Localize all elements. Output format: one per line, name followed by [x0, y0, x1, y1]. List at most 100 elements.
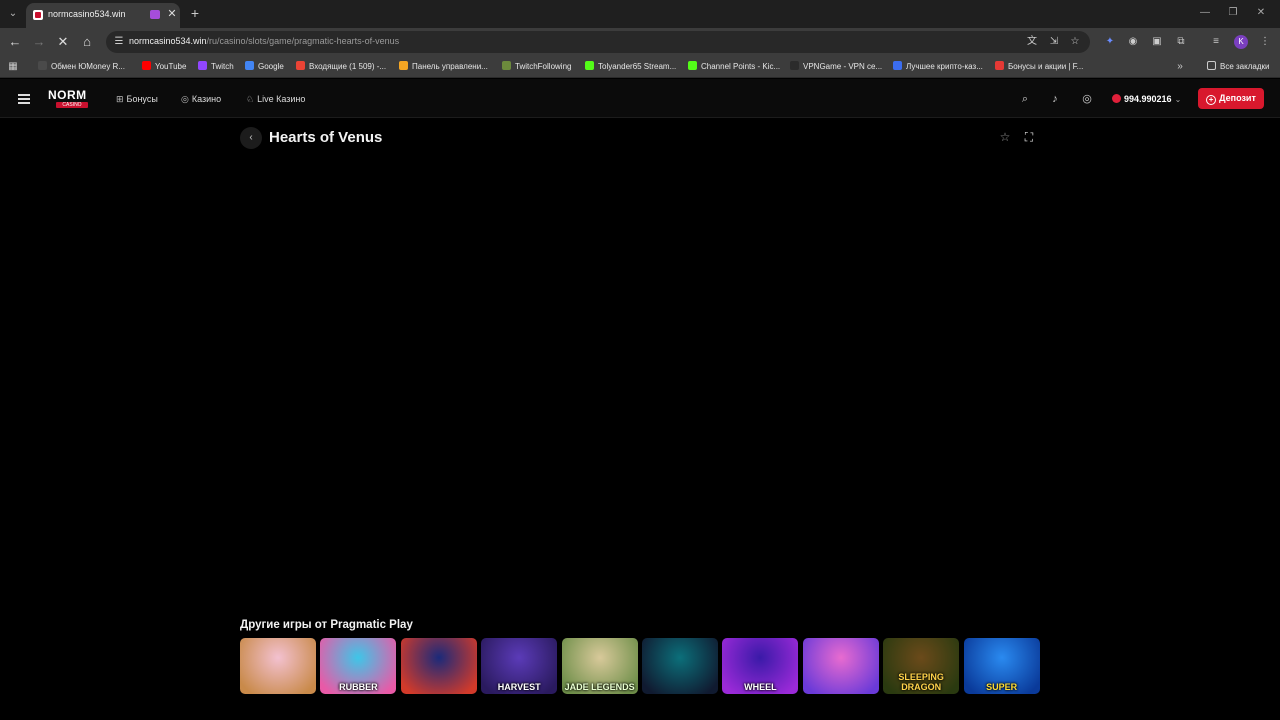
bookmark-item[interactable]: Входящие (1 509) -...	[296, 61, 386, 73]
profile-avatar[interactable]: K	[1234, 35, 1248, 49]
url-host: normcasino534.win	[129, 36, 207, 46]
game-thumbnail[interactable]	[240, 638, 316, 694]
bookmark-favicon-icon	[893, 61, 902, 70]
bookmark-item[interactable]: Панель управлени...	[399, 61, 488, 73]
plus-circle-icon: +	[1206, 95, 1217, 105]
bookmark-item[interactable]: Google	[245, 61, 284, 73]
bookmark-label: Входящие (1 509) -...	[309, 62, 387, 71]
media-controls-icon[interactable]: ≡	[1209, 35, 1223, 49]
bookmark-item[interactable]: Twitch	[198, 61, 234, 73]
site-logo[interactable]: NORM CASINO	[48, 89, 96, 109]
tab-media-indicator-icon[interactable]	[150, 10, 160, 19]
search-icon[interactable]: ⌕	[1018, 92, 1032, 106]
install-app-icon[interactable]: ⇲	[1048, 36, 1060, 48]
url-path: /ru/casino/slots/game/pragmatic-hearts-o…	[206, 36, 400, 46]
address-url[interactable]: normcasino534.win/ru/casino/slots/game/p…	[129, 36, 399, 46]
nav-bonuses[interactable]: ⊞ Бонусы	[116, 93, 158, 105]
bookmark-label: Бонусы и акции | F...	[1008, 62, 1084, 71]
bookmark-star-icon[interactable]: ☆	[1069, 36, 1081, 48]
game-thumbnail-art	[642, 638, 718, 694]
address-bar[interactable]: ☰ normcasino534.win/ru/casino/slots/game…	[106, 31, 1090, 53]
tab-search-chevron-icon[interactable]: ⌄	[6, 7, 20, 21]
game-thumbnail-art	[802, 638, 879, 694]
fullscreen-icon[interactable]: ⛶	[1022, 129, 1036, 145]
menu-burger-icon[interactable]	[18, 94, 30, 104]
all-bookmarks-label: Все закладки	[1220, 62, 1270, 71]
back-arrow-icon[interactable]: ←	[7, 34, 23, 50]
extension-icon[interactable]: ✦	[1103, 35, 1117, 49]
more-games-section: Другие игры от Pragmatic Play RUBBER HARV…	[240, 619, 1040, 699]
back-chevron-icon[interactable]: ‹	[240, 127, 262, 149]
home-icon[interactable]: ⌂	[79, 34, 95, 50]
deposit-label: Депозит	[1219, 93, 1256, 103]
site-header: NORM CASINO ⊞ Бонусы ◎ Казино ♘ Live Казино…	[0, 79, 1280, 118]
game-frame[interactable]	[240, 158, 1040, 610]
bookmark-item[interactable]: TwitchFollowing	[502, 61, 571, 73]
new-tab-plus-icon[interactable]: +	[188, 5, 202, 21]
game-thumbnail[interactable]	[400, 638, 477, 694]
logo-word: NORM	[48, 88, 87, 102]
bookmark-item[interactable]: Бонусы и акции | F...	[995, 61, 1083, 73]
game-thumbnail[interactable]: JADE LEGENDS	[561, 638, 638, 694]
tab-close-icon[interactable]: ✕	[166, 7, 178, 21]
nav-live-casino[interactable]: ♘ Live Казино	[246, 93, 305, 105]
bookmark-label: YouTube	[155, 62, 187, 71]
bookmark-item[interactable]: Обмен ЮMoney R...	[38, 61, 125, 73]
bookmark-favicon-icon	[245, 61, 254, 70]
vpn-extension-icon[interactable]: ◉	[1126, 35, 1140, 49]
all-bookmarks-folder[interactable]: Все закладки	[1207, 61, 1269, 73]
chevron-down-icon: ⌄	[1174, 95, 1182, 104]
balance-value: 994.990216	[1124, 94, 1172, 104]
window-minimize-icon[interactable]: —	[1198, 6, 1212, 20]
browser-menu-icon[interactable]: ⋮	[1258, 35, 1272, 49]
balance-dropdown[interactable]: 994.990216 ⌄	[1112, 92, 1181, 106]
notification-bell-icon[interactable]: ♪	[1048, 92, 1062, 106]
browser-tab-title: normcasino534.win	[48, 9, 126, 19]
nav-bonuses-label: Бонусы	[126, 94, 158, 104]
bookmark-item[interactable]: YouTube	[142, 61, 186, 73]
bookmark-favicon-icon	[790, 61, 799, 70]
game-thumbnail[interactable]: SUPER	[963, 638, 1040, 694]
bookmarks-bar: ▦ Обмен ЮMoney R... YouTube Twitch Google Вх…	[0, 56, 1280, 78]
currency-coin-icon	[1112, 94, 1121, 103]
game-thumbnail-caption: SUPER	[986, 682, 1018, 692]
window-close-icon[interactable]: ✕	[1254, 6, 1268, 20]
game-thumbnail[interactable]	[642, 638, 718, 694]
browser-tab-active[interactable]: normcasino534.win ✕	[26, 3, 180, 28]
stop-loading-icon[interactable]: ✕	[55, 34, 71, 50]
bookmark-item[interactable]: Tolyander65 Stream...	[585, 61, 676, 73]
forward-arrow-icon[interactable]: →	[31, 34, 47, 50]
bookmark-item[interactable]: Лучшее крипто-каз...	[893, 61, 983, 73]
game-thumbnail-art	[400, 638, 477, 694]
bookmark-favicon-icon	[502, 61, 511, 70]
bookmark-item[interactable]: VPNGame - VPN ce...	[790, 61, 882, 73]
bookmark-item[interactable]: Channel Points - Kic...	[688, 61, 780, 73]
user-account-icon[interactable]: ◎	[1080, 92, 1094, 106]
bookmark-label: Обмен ЮMoney R...	[51, 62, 125, 71]
game-thumbnail[interactable]: WHEEL	[722, 638, 799, 694]
game-thumbnail-caption: JADE LEGENDS	[564, 682, 635, 692]
translate-icon[interactable]: 文	[1026, 36, 1038, 48]
window-restore-icon[interactable]: ❐	[1226, 6, 1240, 20]
nav-casino[interactable]: ◎ Казино	[181, 93, 221, 105]
favorite-star-icon[interactable]: ☆	[998, 129, 1012, 145]
deposit-button[interactable]: + Депозит	[1198, 88, 1264, 109]
bookmark-label: Twitch	[211, 62, 234, 71]
extensions-puzzle-icon[interactable]: ⧉	[1174, 35, 1188, 49]
site-info-icon[interactable]: ☰	[113, 36, 125, 48]
bookmark-favicon-icon	[38, 61, 47, 70]
page-title: Hearts of Venus	[269, 129, 383, 146]
casino-chip-icon: ◎	[181, 94, 189, 104]
game-thumbnail[interactable]: HARVEST	[481, 638, 558, 694]
gift-icon: ⊞	[116, 94, 124, 104]
browser-toolbar: ← → ✕ ⌂ ☰ normcasino534.win/ru/casino/sl…	[0, 28, 1280, 56]
bookmark-favicon-icon	[399, 61, 408, 70]
more-bookmarks-chevron-icon[interactable]: »	[1173, 60, 1187, 74]
game-thumbnail[interactable]: RUBBER	[320, 638, 397, 694]
extension-icon[interactable]: ▣	[1150, 35, 1164, 49]
game-thumbnail[interactable]	[802, 638, 879, 694]
game-thumbnail[interactable]: SLEEPING DRAGON	[883, 638, 960, 694]
bookmark-favicon-icon	[688, 61, 697, 70]
apps-grid-icon[interactable]: ▦	[6, 60, 20, 74]
folder-icon	[1207, 61, 1216, 70]
